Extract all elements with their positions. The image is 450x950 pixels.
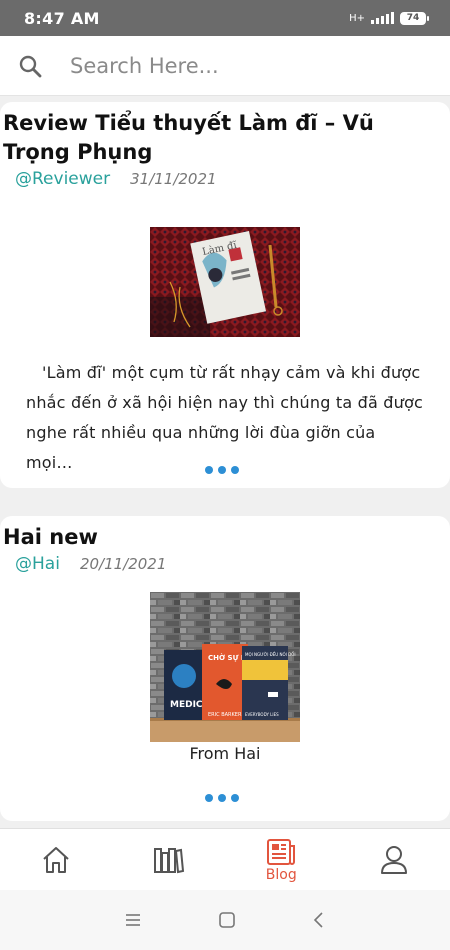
- post-author[interactable]: @Reviewer: [15, 169, 110, 189]
- post-cover-image[interactable]: Làm đĩ: [150, 227, 300, 337]
- bottom-nav: Blog: [0, 828, 450, 890]
- post-date: 20/11/2021: [79, 555, 167, 573]
- back-icon[interactable]: [312, 911, 326, 929]
- more-options-icon[interactable]: [205, 466, 239, 474]
- status-time: 8:47 AM: [24, 8, 100, 28]
- book-author: ERIC BARKER: [208, 712, 242, 718]
- status-bar: 8:47 AM H+ 74: [0, 0, 450, 36]
- post-feed: Review Tiểu thuyết Làm đĩ – Vũ Trọng Phụ…: [0, 96, 450, 828]
- search-bar: [0, 36, 450, 96]
- post-title[interactable]: Review Tiểu thuyết Làm đĩ – Vũ Trọng Phụ…: [0, 109, 450, 167]
- status-indicators: H+ 74: [349, 11, 429, 25]
- post-date: 31/11/2021: [130, 170, 217, 188]
- post-title[interactable]: Hai new: [0, 523, 450, 552]
- search-icon[interactable]: [18, 54, 42, 78]
- more-options-icon[interactable]: [205, 794, 239, 802]
- post-excerpt: 'Làm đĩ' một cụm từ rất nhạy cảm và khi …: [26, 363, 423, 472]
- nav-item-profile[interactable]: [338, 829, 450, 891]
- book-author: EVERYBODY LIES: [245, 712, 279, 717]
- book-title: MEDIC: [170, 700, 203, 710]
- nav-item-blog[interactable]: Blog: [225, 829, 338, 891]
- home-square-icon[interactable]: [218, 911, 236, 929]
- battery-icon: 74: [400, 11, 429, 25]
- post-card[interactable]: Review Tiểu thuyết Làm đĩ – Vũ Trọng Phụ…: [0, 102, 450, 488]
- signal-icon: [371, 12, 394, 24]
- post-cover-image[interactable]: MEDIC CHỜ SỰ NHẦM C ERIC BARKER MỌI NGƯỜ…: [150, 592, 300, 742]
- nav-item-home[interactable]: [0, 829, 113, 891]
- blog-icon: [267, 838, 296, 865]
- menu-icon[interactable]: [124, 912, 142, 928]
- home-icon: [43, 847, 69, 873]
- post-meta: @Hai 20/11/2021: [0, 554, 450, 574]
- post-meta: @Reviewer 31/11/2021: [0, 169, 450, 189]
- battery-level: 74: [406, 13, 420, 23]
- nav-label-blog: Blog: [265, 866, 297, 883]
- post-card[interactable]: Hai new @Hai 20/11/2021 MEDIC CHỜ SỰ NHẦ…: [0, 516, 450, 821]
- post-author[interactable]: @Hai: [15, 554, 60, 574]
- book-title: MỌI NGƯỜI ĐỀU NÓI DỐI: [245, 652, 296, 657]
- post-caption: From Hai: [189, 744, 261, 763]
- nav-item-library[interactable]: [113, 829, 226, 891]
- system-nav-bar: [0, 890, 450, 950]
- search-input[interactable]: [70, 53, 410, 78]
- network-type: H+: [349, 12, 365, 24]
- library-icon: [153, 848, 184, 874]
- profile-icon: [380, 846, 407, 874]
